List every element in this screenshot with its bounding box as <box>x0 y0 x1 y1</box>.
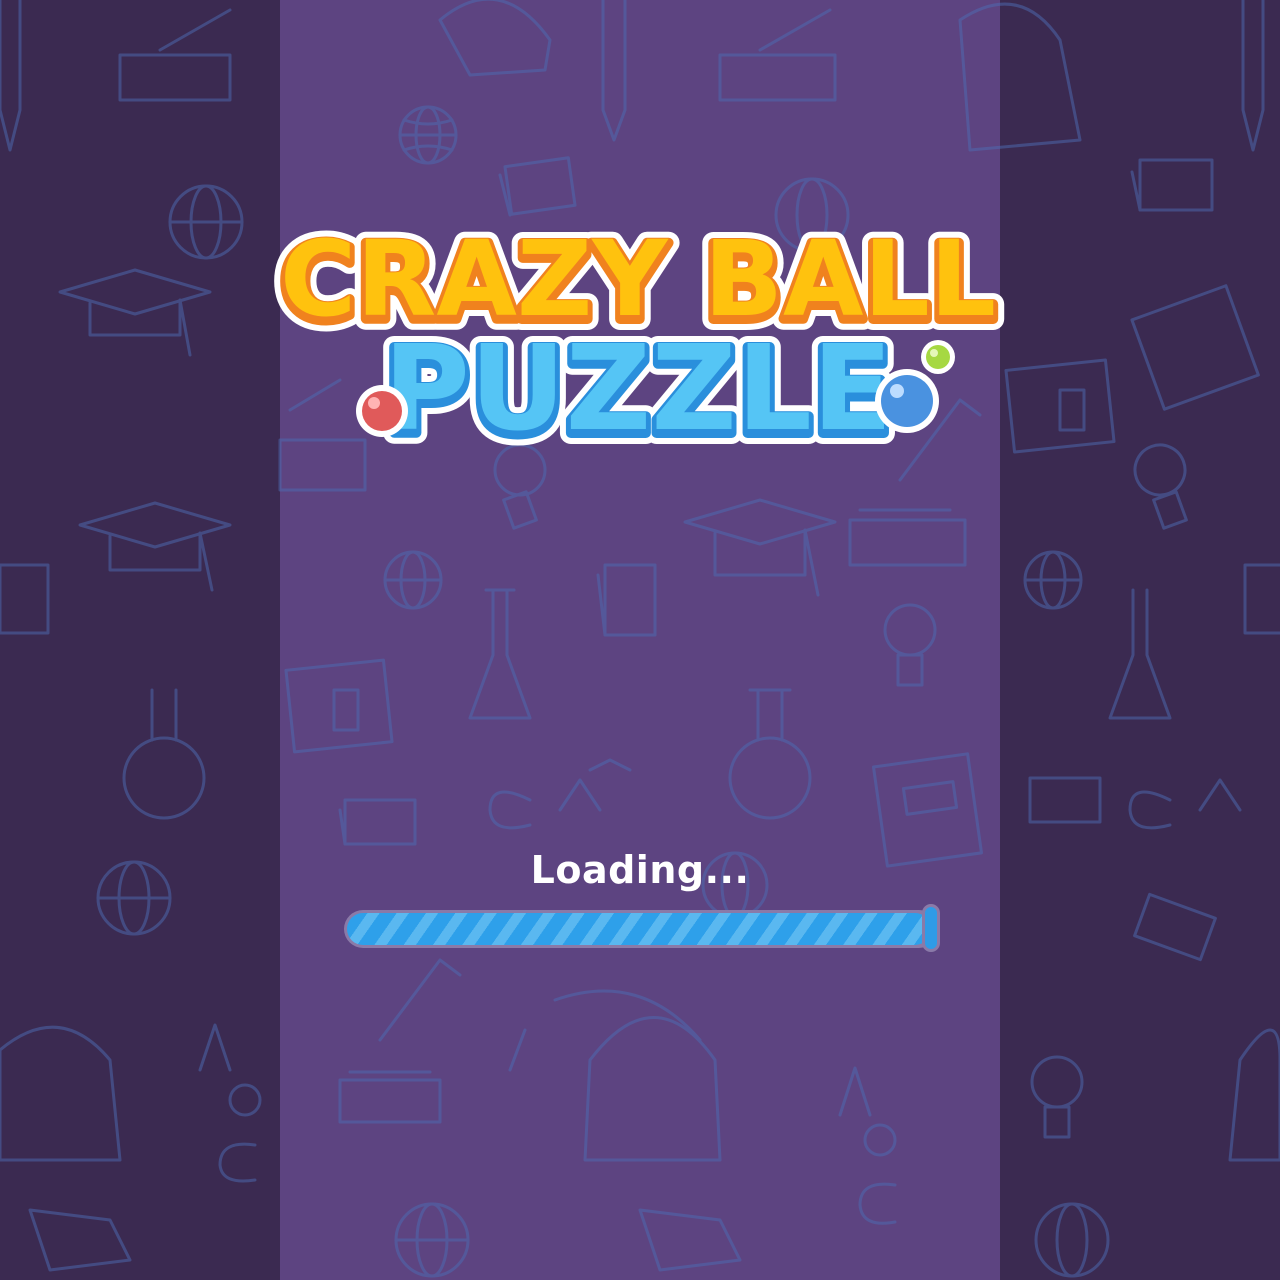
ball-blue <box>875 369 939 433</box>
loading-label: Loading... <box>530 848 750 892</box>
loading-progress-fill <box>347 913 931 945</box>
loading-progress-cap <box>922 904 940 952</box>
ball-green <box>921 340 955 374</box>
title-line2: PUZZLE <box>383 319 892 457</box>
ball-red <box>356 385 408 437</box>
game-logo: CRAZY BALL CRAZY BALL CRAZY BALL PUZZLE … <box>269 211 1007 472</box>
loading-progress-bar <box>344 904 940 952</box>
